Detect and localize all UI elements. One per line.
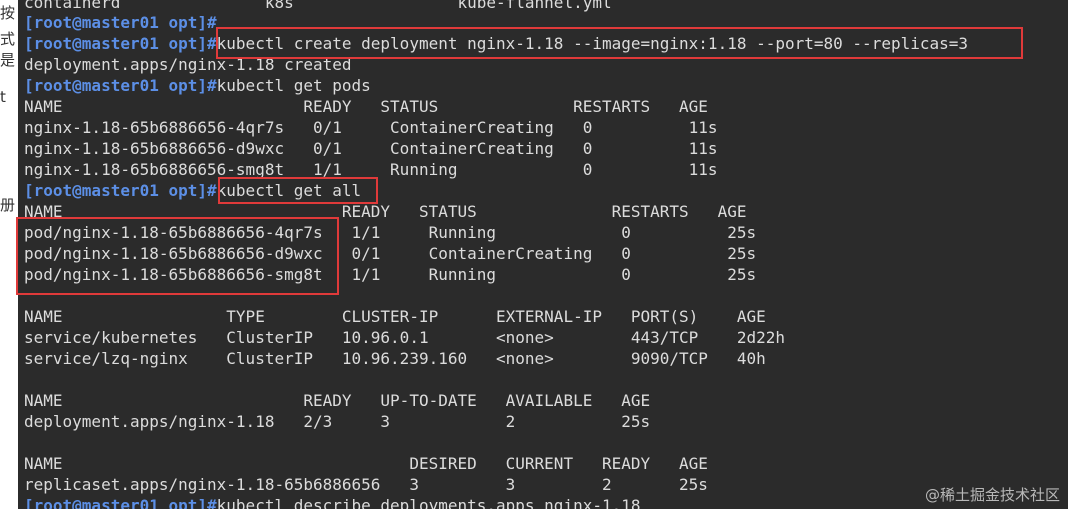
output-line: NAME READY UP-TO-DATE AVAILABLE AGE (24, 391, 651, 410)
output-line: service/lzq-nginx ClusterIP 10.96.239.16… (24, 349, 766, 368)
prompt-line: [root@master01 opt]#kubectl get pods (24, 75, 371, 96)
output-line: replicaset.apps/nginx-1.18-65b6886656 3 … (24, 475, 708, 494)
left-fragment: t (0, 88, 6, 106)
highlight-pod-names (16, 217, 339, 295)
output-line: NAME READY STATUS RESTARTS AGE (24, 97, 708, 116)
left-fragment: 册 (0, 196, 16, 214)
shell-prompt: [root@master01 opt]# (24, 76, 217, 95)
prompt-line: [root@master01 opt]# (24, 12, 217, 33)
highlight-create-command (216, 27, 1023, 59)
shell-prompt: [root@master01 opt]# (24, 34, 217, 53)
command-text: kubectl describe deployments.apps nginx-… (216, 496, 641, 509)
shell-prompt: [root@master01 opt]# (24, 181, 217, 200)
output-line: service/kubernetes ClusterIP 10.96.0.1 <… (24, 328, 785, 347)
highlight-get-all-command (218, 177, 378, 204)
left-fragment: 按 (0, 4, 16, 22)
watermark: @稀土掘金技术社区 (924, 486, 1060, 504)
output-line: deployment.apps/nginx-1.18 2/3 3 2 25s (24, 412, 651, 431)
shell-prompt: [root@master01 opt]# (24, 13, 217, 32)
left-fragment: 式是 (0, 30, 16, 69)
output-line: NAME TYPE CLUSTER-IP EXTERNAL-IP PORT(S)… (24, 307, 766, 326)
output-line: NAME DESIRED CURRENT READY AGE (24, 454, 708, 473)
output-line: nginx-1.18-65b6886656-d9wxc 0/1 Containe… (24, 139, 718, 158)
command-text: kubectl get pods (216, 76, 371, 95)
output-line: nginx-1.18-65b6886656-4qr7s 0/1 Containe… (24, 118, 718, 137)
prompt-line: [root@master01 opt]#kubectl describe dep… (24, 495, 641, 509)
shell-prompt: [root@master01 opt]# (24, 496, 217, 509)
